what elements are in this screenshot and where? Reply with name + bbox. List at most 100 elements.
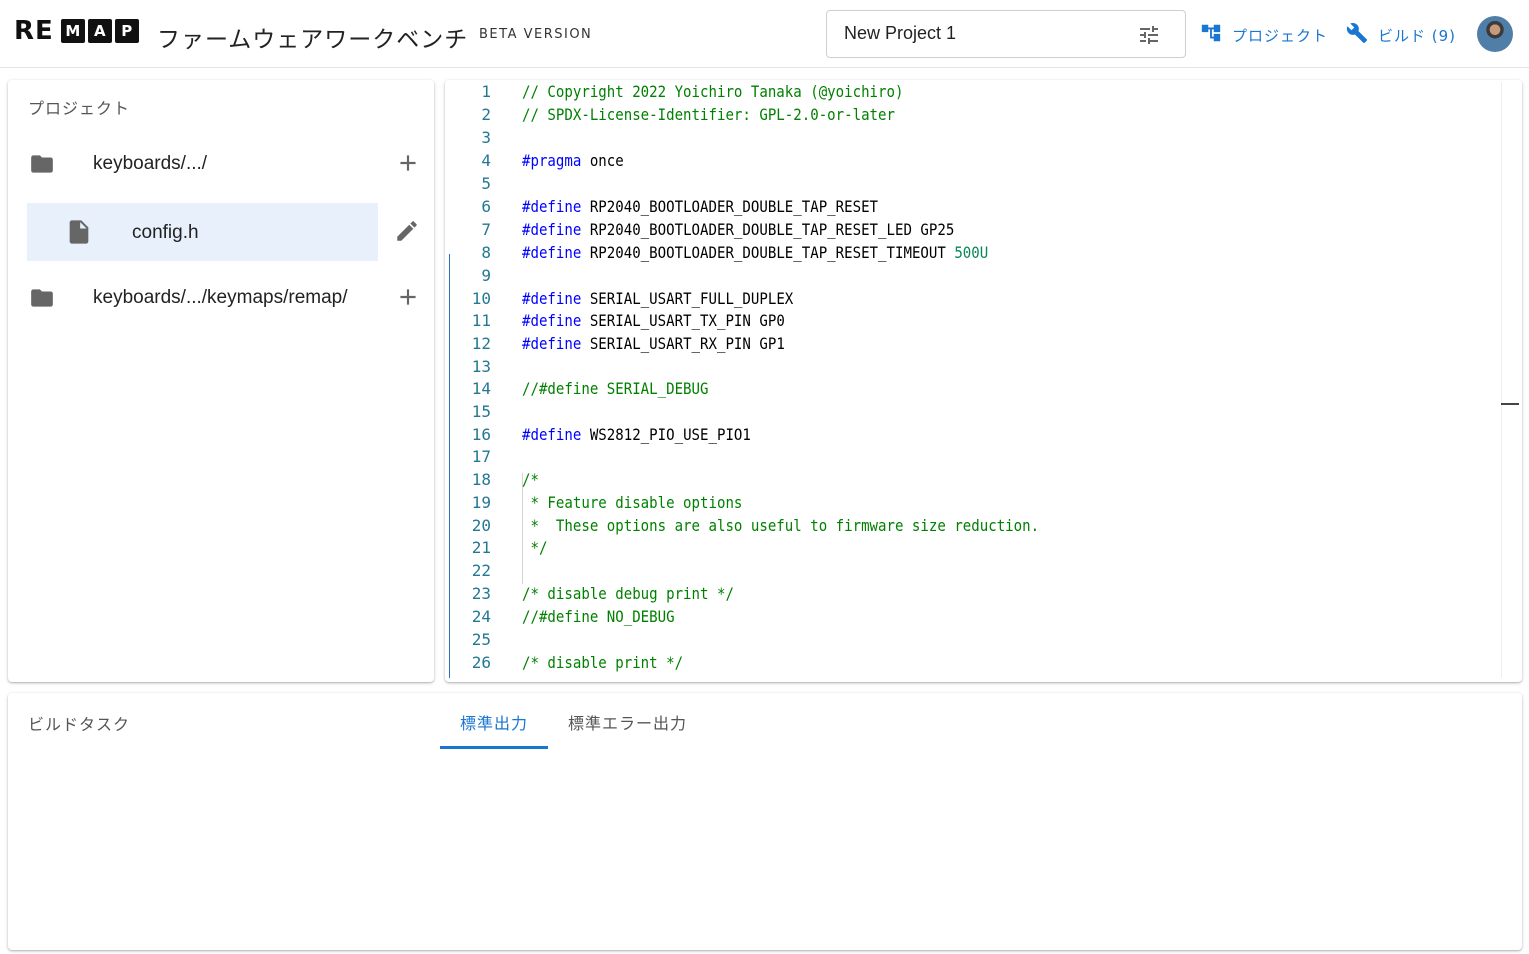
line-number: 15 — [471, 402, 491, 421]
code-token: RP2040_BOOTLOADER_DOUBLE_TAP_RESET_TIMEO… — [581, 243, 955, 262]
line-number: 13 — [471, 357, 491, 376]
code-token: /* — [522, 470, 539, 489]
code-text: // Copyright 2022 Yoichiro Tanaka (@yoic… — [522, 82, 903, 101]
line-number: 17 — [471, 447, 491, 466]
code-line[interactable]: 8 #define RP2040_BOOTLOADER_DOUBLE_TAP_RE… — [449, 243, 1499, 265]
code-text: #define WS2812_PIO_USE_PIO1 — [522, 425, 751, 444]
line-number: 11 — [471, 311, 491, 330]
code-text: /* disable print */ — [522, 653, 683, 672]
tab-stderr[interactable]: 標準エラー出力 — [568, 710, 687, 734]
code-text: // SPDX-License-Identifier: GPL-2.0-or-l… — [522, 105, 895, 124]
project-panel: プロジェクト keyboards/.../ config.h keyboards… — [8, 80, 434, 682]
code-line[interactable]: 7 #define RP2040_BOOTLOADER_DOUBLE_TAP_RE… — [449, 220, 1499, 242]
beta-label: BETA VERSION — [479, 27, 593, 42]
active-tab-indicator — [440, 746, 548, 749]
line-number: 26 — [471, 653, 491, 672]
code-line[interactable]: 4 #pragma once — [449, 151, 1499, 173]
line-number: 4 — [481, 151, 491, 170]
code-token: #define — [522, 243, 582, 262]
code-line[interactable]: 13 — [449, 357, 1499, 379]
code-line[interactable]: 6 #define RP2040_BOOTLOADER_DOUBLE_TAP_RE… — [449, 197, 1499, 219]
code-line[interactable]: 21 */ — [449, 538, 1499, 560]
line-number: 14 — [471, 379, 491, 398]
editor-scrollbar[interactable] — [1501, 82, 1502, 678]
file-icon — [65, 218, 93, 250]
add-icon[interactable] — [395, 284, 421, 314]
logo-letter-m: M — [60, 19, 85, 43]
nav-build-button[interactable]: ビルド (9) — [1346, 22, 1456, 48]
code-token: once — [581, 151, 624, 170]
code-line[interactable]: 5 — [449, 174, 1499, 196]
project-panel-title: プロジェクト — [28, 99, 131, 118]
logo-letter-a: A — [87, 19, 112, 43]
code-token: * Feature disable options — [522, 493, 743, 512]
code-line[interactable]: 2 // SPDX-License-Identifier: GPL-2.0-or-… — [449, 105, 1499, 127]
code-text: //#define NO_DEBUG — [522, 607, 675, 626]
code-line[interactable]: 17 — [449, 447, 1499, 469]
tab-stdout[interactable]: 標準出力 — [460, 710, 528, 734]
project-tree-icon — [1200, 22, 1232, 48]
code-editor[interactable]: 1 // Copyright 2022 Yoichiro Tanaka (@yoi… — [449, 82, 1520, 678]
remap-logo[interactable]: RE M A P — [14, 16, 139, 46]
nav-build-label: ビルド (9) — [1378, 26, 1457, 45]
edit-icon[interactable] — [394, 218, 420, 248]
code-token: /* disable debug print */ — [522, 584, 734, 603]
code-token: #define — [522, 311, 582, 330]
code-text: #define SERIAL_USART_FULL_DUPLEX — [522, 289, 793, 308]
code-line[interactable]: 14 //#define SERIAL_DEBUG — [449, 379, 1499, 401]
code-line[interactable]: 23 /* disable debug print */ — [449, 584, 1499, 606]
add-icon[interactable] — [395, 150, 421, 180]
code-line[interactable]: 16 #define WS2812_PIO_USE_PIO1 — [449, 425, 1499, 447]
tree-item-keyboards-folder[interactable]: keyboards/.../ — [27, 136, 437, 192]
line-number: 6 — [481, 197, 491, 216]
nav-project-label: プロジェクト — [1232, 26, 1329, 45]
code-line[interactable]: 12 #define SERIAL_USART_RX_PIN GP1 — [449, 334, 1499, 356]
code-text: #pragma once — [522, 151, 624, 170]
code-token: //#define SERIAL_DEBUG — [522, 379, 709, 398]
tree-item-label: keyboards/.../ — [93, 153, 208, 174]
scrollbar-cursor-marker — [1501, 403, 1519, 405]
code-line[interactable]: 1 // Copyright 2022 Yoichiro Tanaka (@yoi… — [449, 82, 1499, 104]
code-token: SERIAL_USART_RX_PIN GP1 — [581, 334, 785, 353]
line-number: 25 — [471, 630, 491, 649]
nav-project-button[interactable]: プロジェクト — [1200, 22, 1328, 48]
project-name: New Project 1 — [844, 23, 957, 43]
code-line[interactable]: 9 — [449, 266, 1499, 288]
code-text: /* disable debug print */ — [522, 584, 734, 603]
project-name-field[interactable]: New Project 1 — [826, 10, 1186, 58]
code-token: RP2040_BOOTLOADER_DOUBLE_TAP_RESET — [581, 197, 879, 216]
code-token: SERIAL_USART_FULL_DUPLEX — [581, 289, 794, 308]
tune-icon[interactable] — [1137, 23, 1161, 51]
code-token: #define — [522, 220, 582, 239]
code-line[interactable]: 15 — [449, 402, 1499, 424]
build-panel-title: ビルドタスク — [28, 715, 131, 734]
code-text: #define SERIAL_USART_TX_PIN GP0 — [522, 311, 785, 330]
line-number: 9 — [481, 266, 491, 285]
code-line[interactable]: 24 //#define NO_DEBUG — [449, 607, 1499, 629]
code-text: * These options are also useful to firmw… — [522, 516, 1039, 535]
code-line[interactable]: 10 #define SERIAL_USART_FULL_DUPLEX — [449, 289, 1499, 311]
code-text: */ — [522, 538, 547, 557]
line-number: 24 — [471, 607, 491, 626]
tree-item-label: keyboards/.../keymaps/remap/ — [93, 287, 348, 308]
line-number: 5 — [481, 174, 491, 193]
tree-item-keymaps-folder[interactable]: keyboards/.../keymaps/remap/ — [27, 270, 437, 326]
code-line[interactable]: 25 — [449, 630, 1499, 652]
code-text: #define RP2040_BOOTLOADER_DOUBLE_TAP_RES… — [522, 243, 988, 262]
code-line[interactable]: 22 — [449, 561, 1499, 583]
code-line[interactable]: 11 #define SERIAL_USART_TX_PIN GP0 — [449, 311, 1499, 333]
code-line[interactable]: 20 * These options are also useful to fi… — [449, 516, 1499, 538]
code-line[interactable]: 19 * Feature disable options — [449, 493, 1499, 515]
line-number: 2 — [481, 105, 491, 124]
build-panel: ビルドタスク — [8, 693, 1522, 950]
line-number: 16 — [471, 425, 491, 444]
code-line[interactable]: 26 /* disable print */ — [449, 653, 1499, 675]
app-header: RE M A P ファームウェアワークベンチ BETA VERSION New … — [0, 0, 1529, 68]
code-text: #define RP2040_BOOTLOADER_DOUBLE_TAP_RES… — [522, 197, 878, 216]
tree-item-config-h[interactable]: config.h — [27, 203, 378, 261]
code-line[interactable]: 18 /* — [449, 470, 1499, 492]
avatar[interactable] — [1477, 16, 1513, 52]
line-number: 19 — [471, 493, 491, 512]
code-line[interactable]: 3 — [449, 128, 1499, 150]
code-token: #pragma — [522, 151, 582, 170]
